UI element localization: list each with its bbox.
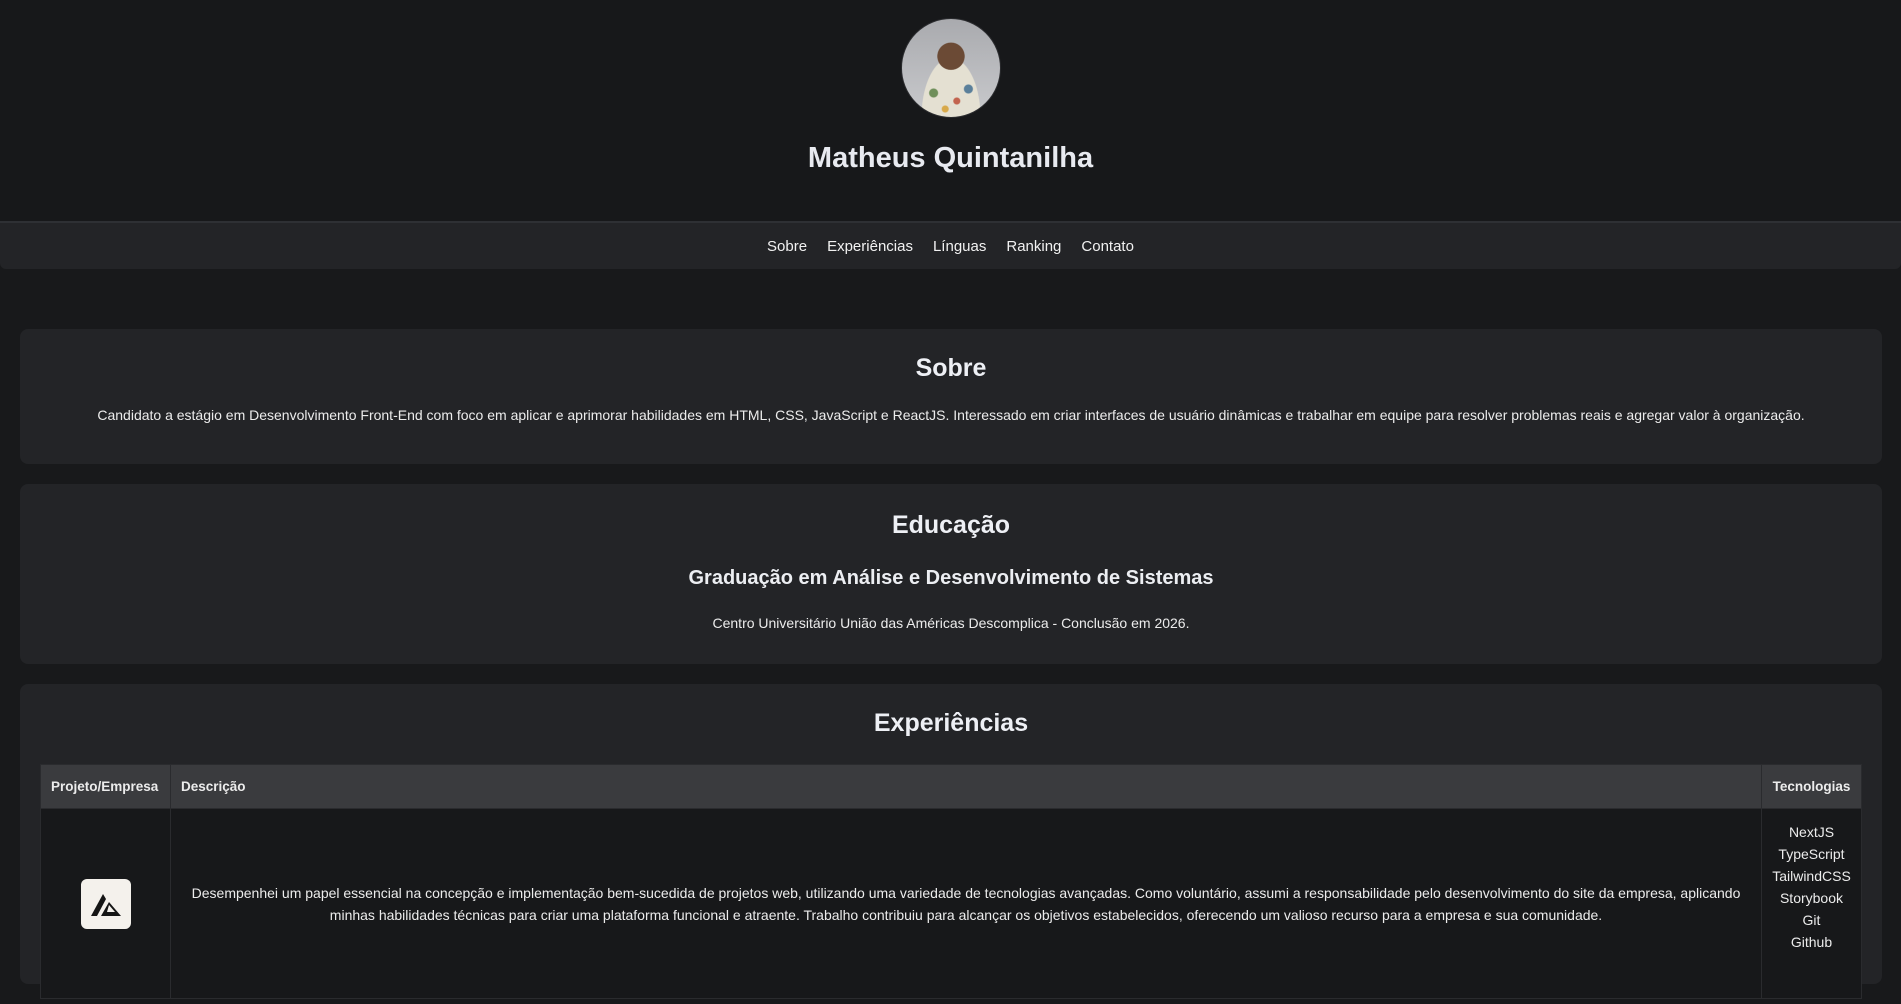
experiencias-title: Experiências bbox=[873, 709, 1029, 737]
tech-item: Storybook bbox=[1779, 890, 1844, 906]
education-degree: Graduação em Análise e Desenvolvimento d… bbox=[688, 567, 1214, 589]
table-row: Desempenhei um papel essencial na concep… bbox=[40, 808, 1862, 999]
site-header: Matheus Quintanilha bbox=[0, 0, 1901, 221]
avatar bbox=[900, 18, 1001, 118]
tech-item: Github bbox=[1790, 934, 1833, 950]
column-header-project: Projeto/Empresa bbox=[40, 764, 171, 809]
column-header-technologies: Tecnologias bbox=[1761, 764, 1862, 809]
project-logo-cell bbox=[40, 808, 171, 999]
table-header-row: Projeto/Empresa Descrição Tecnologias bbox=[40, 764, 1862, 809]
project-description: Desempenhei um papel essencial na concep… bbox=[170, 808, 1762, 999]
sobre-text: Candidato a estágio em Desenvolvimento F… bbox=[97, 407, 1805, 423]
tech-item: TailwindCSS bbox=[1772, 868, 1851, 884]
tech-item: TypeScript bbox=[1778, 846, 1845, 862]
page-title: Matheus Quintanilha bbox=[807, 142, 1094, 174]
experiencias-section: Experiências Projeto/Empresa Descrição T… bbox=[20, 684, 1882, 999]
avatar-shirt-pattern bbox=[921, 77, 980, 117]
educacao-title: Educação bbox=[891, 511, 1011, 539]
educacao-section: Educação Graduação em Análise e Desenvol… bbox=[20, 484, 1882, 664]
nav-link-experiencias[interactable]: Experiências bbox=[827, 238, 913, 255]
project-technologies: NextJS TypeScript TailwindCSS Storybook … bbox=[1761, 808, 1862, 999]
column-header-description: Descrição bbox=[170, 764, 1762, 809]
education-institution: Centro Universitário União das Américas … bbox=[712, 615, 1190, 631]
nav-link-ranking[interactable]: Ranking bbox=[1006, 238, 1061, 255]
nav-link-linguas[interactable]: Línguas bbox=[933, 238, 986, 255]
experience-table: Projeto/Empresa Descrição Tecnologias De… bbox=[40, 764, 1862, 999]
sobre-title: Sobre bbox=[915, 354, 987, 382]
nav-link-contato[interactable]: Contato bbox=[1081, 238, 1134, 255]
sobre-section: Sobre Candidato a estágio em Desenvolvim… bbox=[20, 329, 1882, 464]
company-logo-icon[interactable] bbox=[80, 878, 131, 929]
tech-item: Git bbox=[1802, 912, 1821, 928]
tech-item: NextJS bbox=[1788, 824, 1835, 840]
main-content: Sobre Candidato a estágio em Desenvolvim… bbox=[20, 329, 1882, 1004]
nav-link-sobre[interactable]: Sobre bbox=[767, 238, 807, 255]
main-nav: Sobre Experiências Línguas Ranking Conta… bbox=[0, 221, 1901, 269]
